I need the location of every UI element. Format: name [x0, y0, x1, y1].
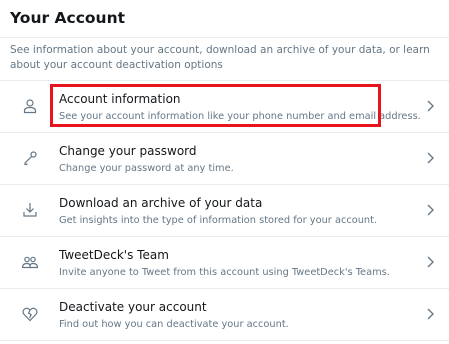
team-icon: [21, 253, 39, 271]
tweetdeck-team-item[interactable]: TweetDeck's Team Invite anyone to Tweet …: [0, 236, 449, 288]
chevron-right-icon: [425, 151, 435, 165]
download-icon: [21, 201, 39, 219]
change-password-item[interactable]: Change your password Change your passwor…: [0, 132, 449, 184]
broken-heart-icon: [21, 305, 39, 323]
deactivate-account-description: Find out how you can deactivate your acc…: [59, 319, 289, 330]
deactivate-account-item[interactable]: Deactivate your account Find out how you…: [0, 288, 449, 340]
chevron-right-icon: [425, 307, 435, 321]
account-information-item[interactable]: Account information See your account inf…: [0, 80, 449, 132]
change-password-label: Change your password: [59, 144, 197, 158]
page-title: Your Account: [10, 9, 126, 27]
page-description: See information about your account, down…: [10, 44, 430, 71]
account-settings-page: Your Account See information about your …: [0, 0, 449, 344]
item-divider: [0, 340, 449, 341]
change-password-description: Change your password at any time.: [59, 163, 234, 174]
page-header: Your Account: [0, 0, 449, 37]
key-icon: [21, 149, 39, 167]
deactivate-account-label: Deactivate your account: [59, 300, 207, 314]
tweetdeck-team-description: Invite anyone to Tweet from this account…: [59, 267, 390, 278]
chevron-right-icon: [425, 99, 435, 113]
download-archive-label: Download an archive of your data: [59, 196, 263, 210]
download-archive-item[interactable]: Download an archive of your data Get ins…: [0, 184, 449, 236]
header-divider: [0, 37, 449, 38]
download-archive-description: Get insights into the type of informatio…: [59, 215, 378, 226]
account-information-description: See your account information like your p…: [59, 111, 421, 122]
tweetdeck-team-label: TweetDeck's Team: [59, 248, 169, 262]
chevron-right-icon: [425, 255, 435, 269]
person-icon: [21, 97, 39, 115]
account-information-label: Account information: [59, 92, 181, 106]
chevron-right-icon: [425, 203, 435, 217]
